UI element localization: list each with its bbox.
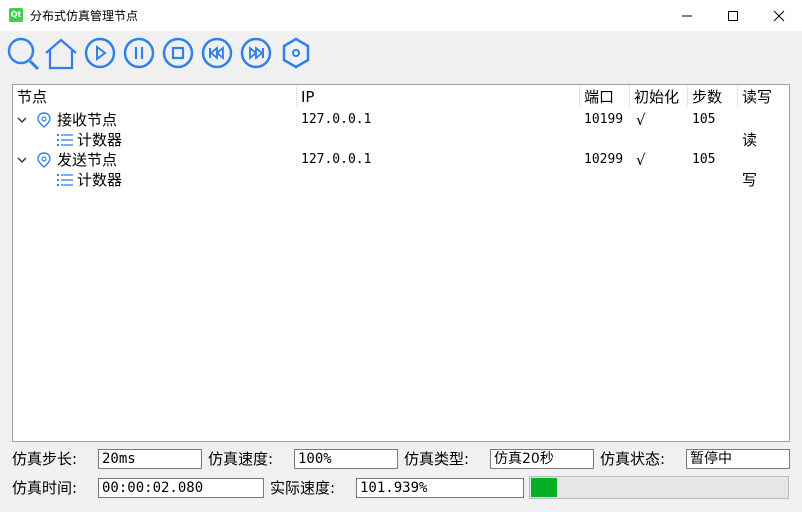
progress-bar bbox=[529, 476, 789, 499]
fast-forward-button[interactable] bbox=[240, 37, 272, 69]
play-button[interactable] bbox=[84, 37, 116, 69]
tree-row[interactable]: 发送节点 127.0.0.1 10299 √ 105 bbox=[13, 150, 789, 170]
tree-row[interactable]: 计数器 写 bbox=[13, 170, 789, 190]
header-rw[interactable]: 读写 bbox=[738, 85, 789, 107]
state-field[interactable]: 暂停中 bbox=[686, 449, 790, 469]
node-port: 10299 bbox=[584, 152, 624, 167]
node-steps: 105 bbox=[692, 112, 716, 127]
node-ip: 127.0.0.1 bbox=[301, 112, 372, 127]
pause-button[interactable] bbox=[123, 37, 155, 69]
actual-speed-field[interactable]: 101.939% bbox=[356, 478, 524, 498]
toolbar bbox=[0, 31, 802, 75]
speed-field[interactable]: 100% bbox=[294, 449, 398, 469]
list-icon bbox=[57, 174, 73, 186]
state-label: 仿真状态: bbox=[600, 450, 666, 468]
stop-icon bbox=[162, 37, 194, 69]
pause-icon bbox=[123, 37, 155, 69]
maximize-icon bbox=[728, 10, 738, 21]
step-field[interactable]: 20ms bbox=[98, 449, 202, 469]
header-node[interactable]: 节点 bbox=[13, 85, 297, 107]
maximize-button[interactable] bbox=[710, 0, 756, 31]
step-label: 仿真步长: bbox=[12, 450, 78, 468]
actual-speed-label: 实际速度: bbox=[270, 479, 336, 497]
minimize-icon bbox=[682, 15, 692, 16]
node-port: 10199 bbox=[584, 112, 624, 127]
node-rw: 读 bbox=[742, 131, 758, 149]
title-bar: Qt 分布式仿真管理节点 bbox=[0, 0, 802, 31]
location-pin-icon bbox=[37, 112, 51, 128]
header-ip[interactable]: IP bbox=[297, 85, 580, 107]
app-logo-icon: Qt bbox=[9, 8, 23, 22]
speed-label: 仿真速度: bbox=[208, 450, 274, 468]
rewind-button[interactable] bbox=[201, 37, 233, 69]
node-name: 发送节点 bbox=[57, 151, 118, 169]
type-label: 仿真类型: bbox=[404, 450, 470, 468]
node-tree[interactable]: 节点 IP 端口 初始化 步数 读写 接收节点 127.0.0.1 10199 … bbox=[12, 84, 790, 442]
search-button[interactable] bbox=[6, 37, 40, 71]
node-name: 计数器 bbox=[77, 171, 123, 189]
progress-fill bbox=[531, 478, 557, 497]
tree-row[interactable]: 计数器 读 bbox=[13, 130, 789, 150]
node-init: √ bbox=[636, 151, 646, 169]
time-field[interactable]: 00:00:02.080 bbox=[98, 478, 264, 498]
tree-header: 节点 IP 端口 初始化 步数 读写 bbox=[13, 85, 789, 107]
node-steps: 105 bbox=[692, 152, 716, 167]
rewind-icon bbox=[201, 37, 233, 69]
header-steps[interactable]: 步数 bbox=[688, 85, 738, 107]
header-port[interactable]: 端口 bbox=[580, 85, 630, 107]
window-title: 分布式仿真管理节点 bbox=[30, 9, 139, 23]
play-icon bbox=[84, 37, 116, 69]
node-rw: 写 bbox=[742, 171, 758, 189]
stop-button[interactable] bbox=[162, 37, 194, 69]
node-name: 计数器 bbox=[77, 131, 123, 149]
type-field[interactable]: 仿真20秒 bbox=[490, 449, 594, 469]
home-icon bbox=[45, 38, 77, 70]
time-label: 仿真时间: bbox=[12, 479, 78, 497]
settings-button[interactable] bbox=[280, 37, 312, 69]
header-init[interactable]: 初始化 bbox=[630, 85, 688, 107]
node-init: √ bbox=[636, 111, 646, 129]
tree-row[interactable]: 接收节点 127.0.0.1 10199 √ 105 bbox=[13, 110, 789, 130]
close-button[interactable] bbox=[756, 0, 802, 31]
node-name: 接收节点 bbox=[57, 111, 118, 129]
minimize-button[interactable] bbox=[664, 0, 710, 31]
fast-forward-icon bbox=[240, 37, 272, 69]
node-ip: 127.0.0.1 bbox=[301, 152, 372, 167]
list-icon bbox=[57, 134, 73, 146]
home-button[interactable] bbox=[44, 37, 77, 70]
settings-icon bbox=[282, 37, 310, 69]
search-icon bbox=[7, 37, 40, 71]
location-pin-icon bbox=[37, 152, 51, 168]
close-icon bbox=[773, 10, 785, 21]
chevron-down-icon[interactable] bbox=[17, 155, 27, 165]
chevron-down-icon[interactable] bbox=[17, 115, 27, 125]
